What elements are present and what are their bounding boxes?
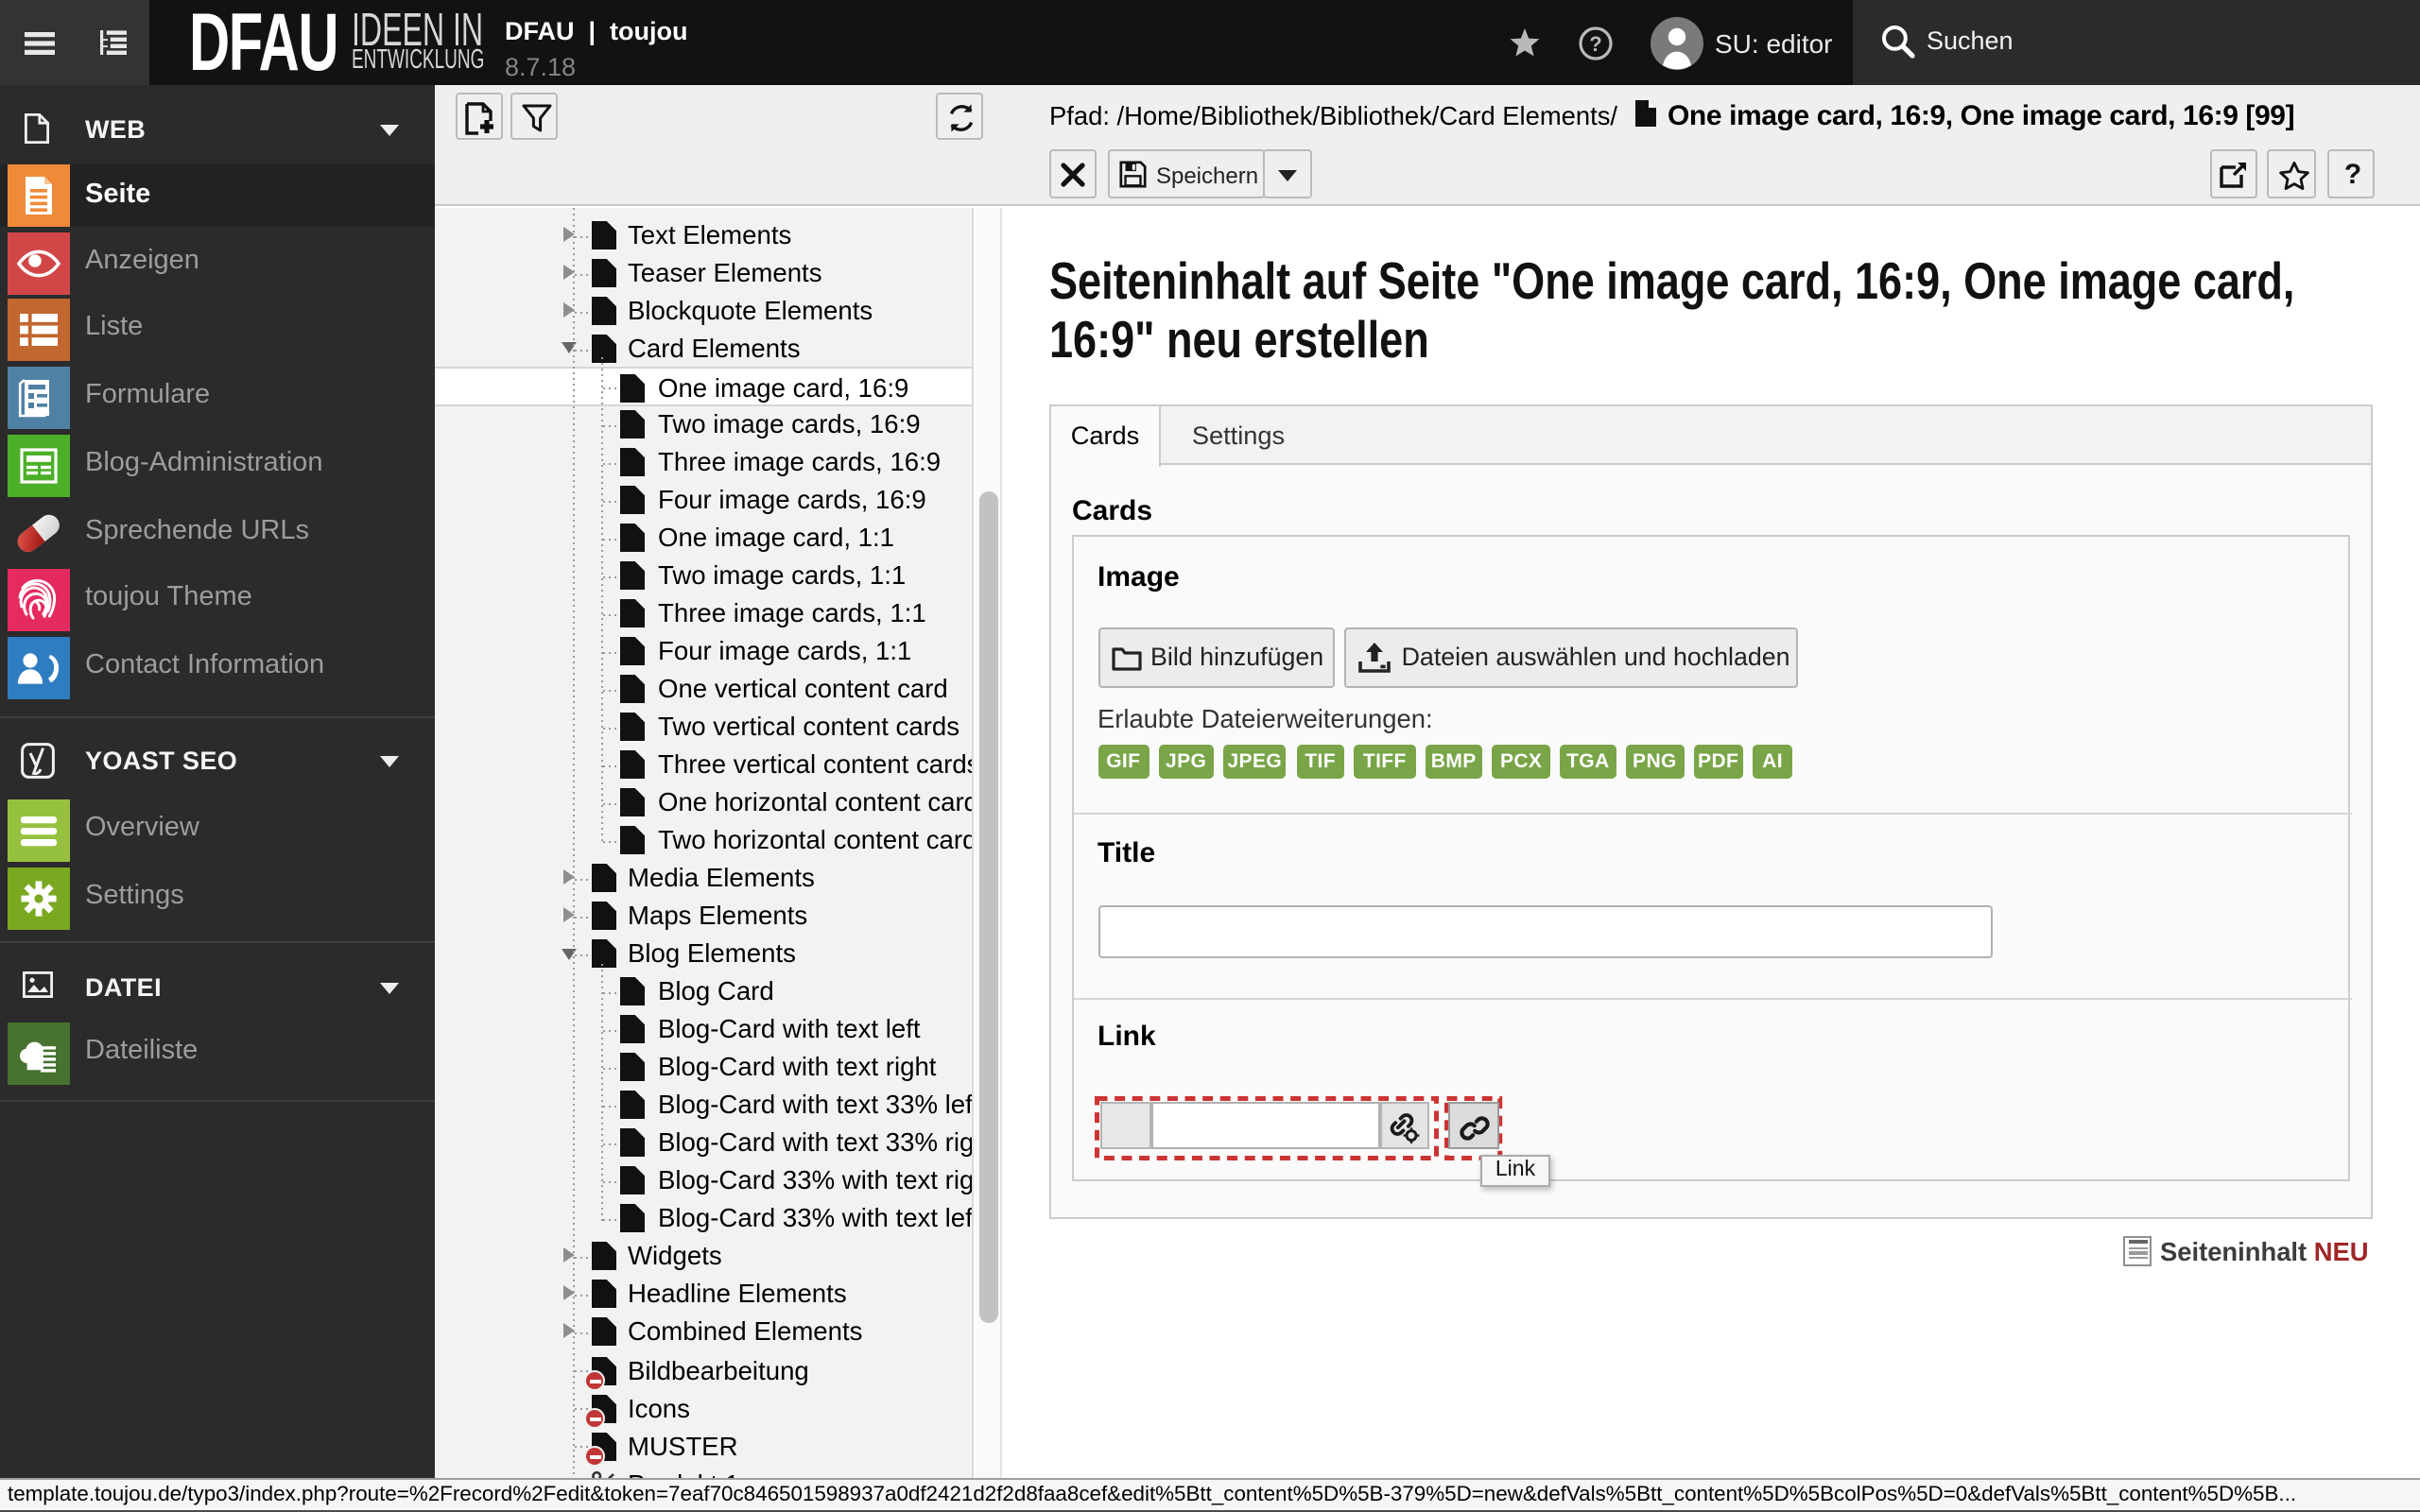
svg-text:?: ? bbox=[1589, 31, 1601, 55]
